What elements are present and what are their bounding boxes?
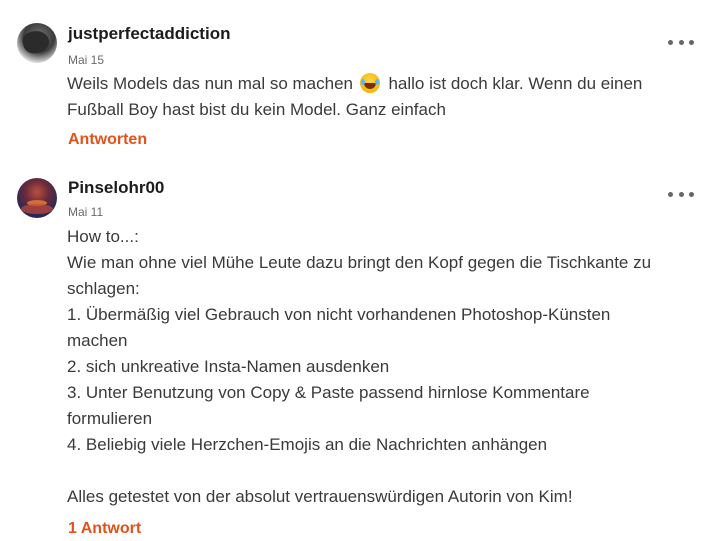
- comment-line: 3. Unter Benutzung von Copy & Paste pass…: [67, 383, 590, 402]
- comment-date: Mai 11: [68, 205, 104, 219]
- replies-link[interactable]: 1 Antwort: [68, 520, 141, 538]
- comment-line: 2. sich unkreative Insta-Namen ausdenken: [67, 357, 390, 376]
- dot: [668, 39, 673, 45]
- comment-text: How to...: Wie man ohne viel Mühe Leute d…: [67, 224, 707, 510]
- comment-line: 4. Beliebig viele Herzchen-Emojis an die…: [67, 435, 548, 454]
- laughing-emoji-icon: [359, 73, 380, 93]
- comment-line: schlagen:: [67, 279, 140, 298]
- comment-line: formulieren: [67, 409, 153, 428]
- comment-line: Alles getestet von der absolut vertrauen…: [67, 487, 573, 506]
- dot: [678, 39, 684, 45]
- avatar-detail: [21, 204, 53, 214]
- dot: [678, 191, 684, 197]
- dot: [689, 39, 694, 45]
- comment-date: Mai 15: [68, 53, 105, 67]
- comment-username[interactable]: Pinselohr00: [68, 178, 164, 198]
- comment-line: Fußball Boy hast bist du kein Model. Gan…: [67, 100, 446, 119]
- comment-line: How to...:: [67, 227, 139, 246]
- comment-line: machen: [67, 331, 128, 350]
- comment-text: Weils Models das nun mal so machen hallo…: [67, 71, 707, 123]
- comment-list: justperfectaddiction Mai 15 Weils Models…: [0, 0, 725, 541]
- comment-username[interactable]: justperfectaddiction: [68, 24, 230, 44]
- reply-button[interactable]: Antworten: [68, 131, 147, 149]
- comment-line: Weils Models das nun mal so machen hallo…: [67, 73, 643, 93]
- avatar[interactable]: [17, 178, 57, 218]
- comment-line: [67, 458, 707, 484]
- avatar-silhouette: [20, 28, 52, 56]
- dot: [668, 191, 673, 197]
- avatar[interactable]: [17, 23, 57, 63]
- more-options-icon[interactable]: [668, 35, 694, 49]
- dot: [689, 191, 694, 197]
- comment-line: 1. Übermäßig viel Gebrauch von nicht vor…: [67, 305, 611, 324]
- more-options-icon[interactable]: [668, 187, 694, 201]
- comment-line: Wie man ohne viel Mühe Leute dazu bringt…: [67, 253, 652, 272]
